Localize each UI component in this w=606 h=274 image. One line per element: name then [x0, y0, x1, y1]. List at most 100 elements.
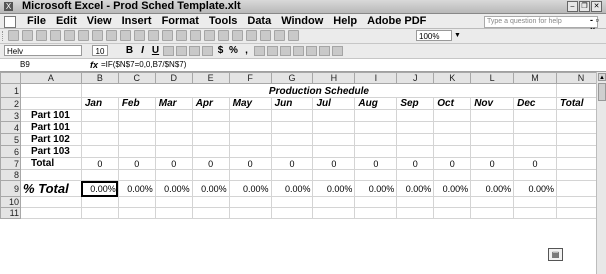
row-header[interactable]: 8: [0, 169, 21, 181]
pct-value[interactable]: 0.00%: [396, 180, 435, 197]
total-value[interactable]: 0: [228, 157, 272, 170]
row-header[interactable]: 4: [0, 121, 21, 134]
cell[interactable]: [470, 121, 515, 134]
col-header-a[interactable]: A: [19, 72, 82, 84]
chart-wizard-icon[interactable]: [274, 30, 285, 41]
pct-value[interactable]: 0.00%: [228, 180, 272, 197]
autosum-icon[interactable]: [232, 30, 243, 41]
cell[interactable]: [433, 207, 472, 219]
paste-icon[interactable]: [162, 30, 173, 41]
cell[interactable]: [19, 169, 82, 181]
col-header-k[interactable]: K: [433, 72, 472, 84]
copy-icon[interactable]: [148, 30, 159, 41]
pct-value[interactable]: 0.00%: [470, 180, 515, 197]
cell[interactable]: [154, 109, 193, 122]
cell[interactable]: [117, 196, 156, 208]
cell[interactable]: [19, 196, 82, 208]
cell[interactable]: [80, 207, 119, 219]
underline-button[interactable]: U: [150, 44, 161, 57]
pct-value[interactable]: 0.00%: [191, 180, 230, 197]
cut-icon[interactable]: [134, 30, 145, 41]
col-header-m[interactable]: M: [513, 72, 557, 84]
cell[interactable]: [270, 121, 314, 134]
cell[interactable]: [19, 207, 82, 219]
row-header[interactable]: 11: [0, 207, 21, 219]
cell[interactable]: [513, 169, 557, 181]
cell[interactable]: [191, 121, 230, 134]
cell[interactable]: [228, 207, 272, 219]
col-header-g[interactable]: G: [270, 72, 314, 84]
decrease-decimal-icon[interactable]: [267, 46, 278, 56]
undo-icon[interactable]: [190, 30, 201, 41]
row-header[interactable]: 5: [0, 133, 21, 146]
row-header[interactable]: 7: [0, 157, 21, 170]
open-icon[interactable]: [22, 30, 33, 41]
cell[interactable]: [191, 133, 230, 146]
cell[interactable]: [80, 109, 119, 122]
drawing-icon[interactable]: [288, 30, 299, 41]
pct-value[interactable]: 0.00%: [154, 180, 193, 197]
month-header[interactable]: Jan: [80, 97, 119, 110]
cell[interactable]: [228, 121, 272, 134]
paste-options-icon[interactable]: ▤: [548, 248, 563, 261]
align-right-icon[interactable]: [189, 46, 200, 56]
cell[interactable]: [191, 207, 230, 219]
print-icon[interactable]: [78, 30, 89, 41]
row-header[interactable]: 9: [0, 180, 21, 197]
menu-file[interactable]: File: [22, 14, 51, 28]
cell[interactable]: [154, 121, 193, 134]
pct-value[interactable]: 0.00%: [312, 180, 356, 197]
cell[interactable]: [154, 169, 193, 181]
cell[interactable]: [154, 133, 193, 146]
fill-color-icon[interactable]: [319, 46, 330, 56]
month-header[interactable]: May: [228, 97, 272, 110]
insert-function-icon[interactable]: fx: [90, 59, 98, 71]
month-header[interactable]: Dec: [513, 97, 557, 110]
cell[interactable]: [80, 169, 119, 181]
sort-ascending-icon[interactable]: [246, 30, 257, 41]
new-icon[interactable]: [8, 30, 19, 41]
cell[interactable]: [191, 196, 230, 208]
permission-icon[interactable]: [50, 30, 61, 41]
currency-button[interactable]: $: [215, 44, 226, 57]
menu-edit[interactable]: Edit: [51, 14, 82, 28]
cell[interactable]: [270, 196, 314, 208]
cell[interactable]: [433, 169, 472, 181]
menu-help[interactable]: Help: [328, 14, 362, 28]
cell[interactable]: [513, 133, 557, 146]
menu-adobe-pdf[interactable]: Adobe PDF: [362, 14, 431, 28]
cell[interactable]: [80, 133, 119, 146]
vertical-scrollbar[interactable]: ▲: [596, 72, 606, 274]
menu-data[interactable]: Data: [242, 14, 276, 28]
cell[interactable]: [312, 121, 356, 134]
col-header-h[interactable]: H: [312, 72, 356, 84]
col-header-j[interactable]: J: [396, 72, 435, 84]
cell[interactable]: [270, 169, 314, 181]
cell[interactable]: [396, 109, 435, 122]
row-header[interactable]: 6: [0, 145, 21, 158]
pct-value[interactable]: 0.00%: [117, 180, 156, 197]
restore-icon[interactable]: ❐: [579, 1, 590, 12]
cell[interactable]: [396, 133, 435, 146]
cell[interactable]: [396, 121, 435, 134]
cell[interactable]: [312, 109, 356, 122]
bold-button[interactable]: B: [124, 44, 135, 57]
cell[interactable]: [470, 169, 515, 181]
document-icon[interactable]: [4, 16, 16, 28]
part-label[interactable]: Part 101: [19, 109, 82, 122]
cell[interactable]: [433, 145, 472, 158]
cell[interactable]: [513, 207, 557, 219]
total-value[interactable]: 0: [354, 157, 398, 170]
col-header-f[interactable]: F: [228, 72, 272, 84]
percent-button[interactable]: %: [228, 44, 239, 57]
scroll-up-icon[interactable]: ▲: [598, 73, 606, 81]
month-header[interactable]: Nov: [470, 97, 515, 110]
month-header[interactable]: Aug: [354, 97, 398, 110]
cell[interactable]: [117, 121, 156, 134]
cell[interactable]: [396, 207, 435, 219]
cell[interactable]: [513, 109, 557, 122]
col-header-e[interactable]: E: [191, 72, 230, 84]
cell[interactable]: [354, 169, 398, 181]
font-color-icon[interactable]: [332, 46, 343, 56]
borders-icon[interactable]: [306, 46, 317, 56]
